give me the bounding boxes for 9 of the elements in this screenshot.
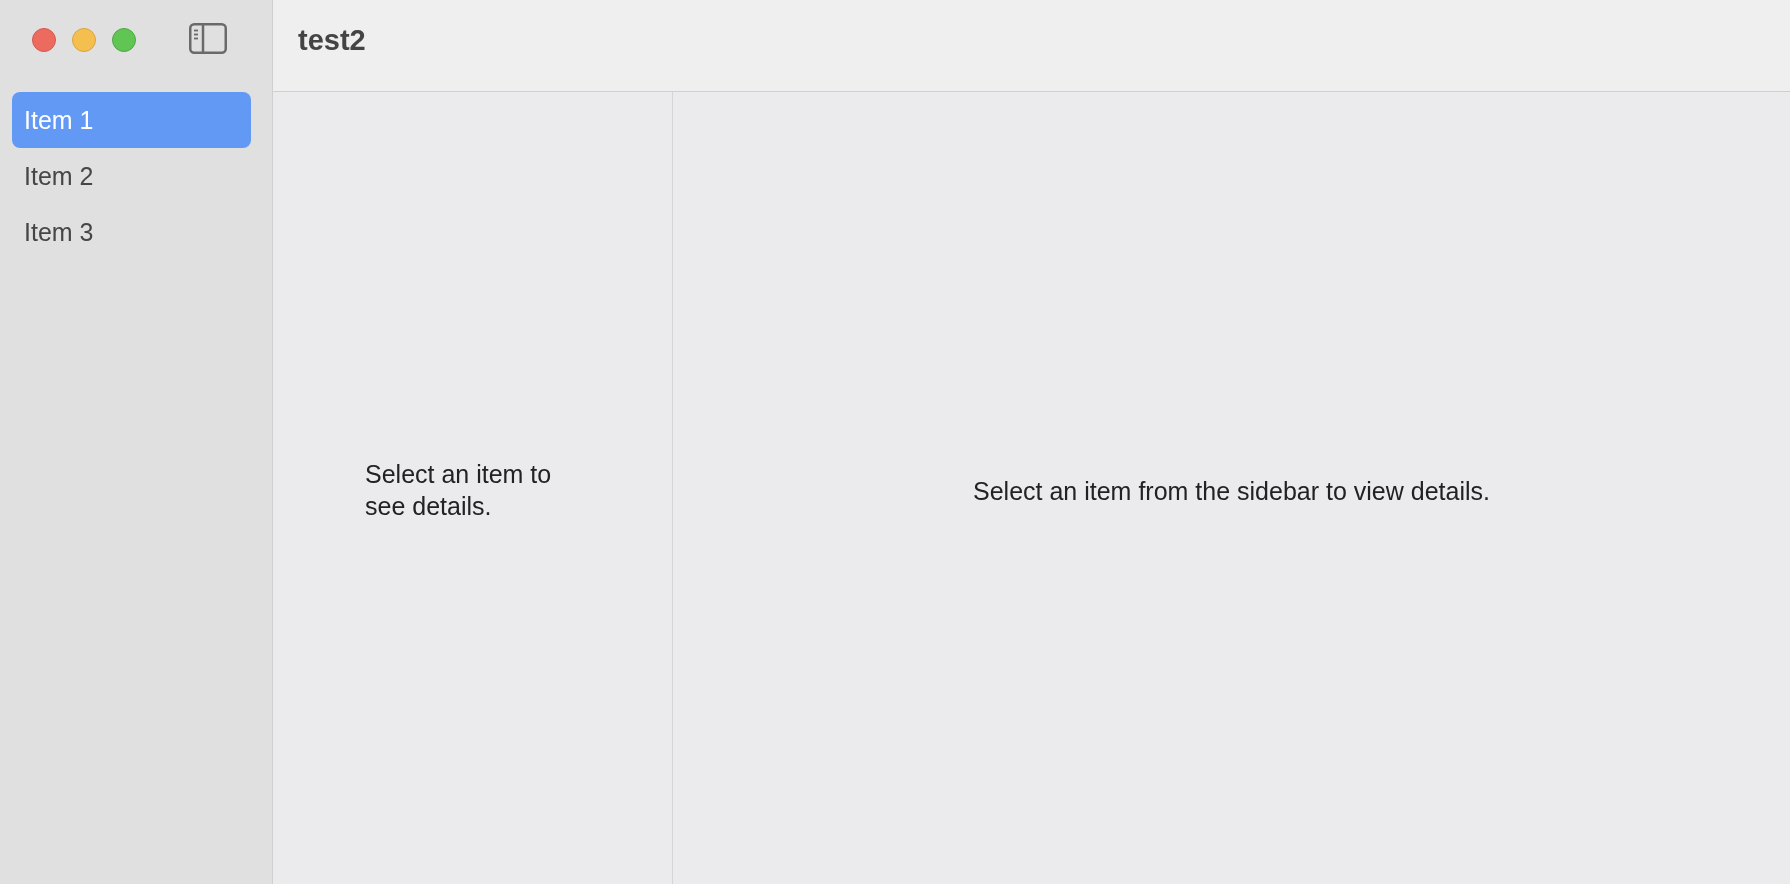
sidebar-item[interactable]: Item 2 xyxy=(12,148,251,204)
empty-state-message: Select an item from the sidebar to view details. xyxy=(973,476,1490,507)
empty-state-message: Select an item to see details. xyxy=(365,459,553,522)
close-icon[interactable] xyxy=(32,28,56,52)
window-title: test2 xyxy=(298,23,366,58)
maximize-icon[interactable] xyxy=(112,28,136,52)
minimize-icon[interactable] xyxy=(72,28,96,52)
sidebar-item[interactable]: Item 3 xyxy=(12,204,251,260)
sidebar-toggle-icon[interactable] xyxy=(189,23,227,54)
